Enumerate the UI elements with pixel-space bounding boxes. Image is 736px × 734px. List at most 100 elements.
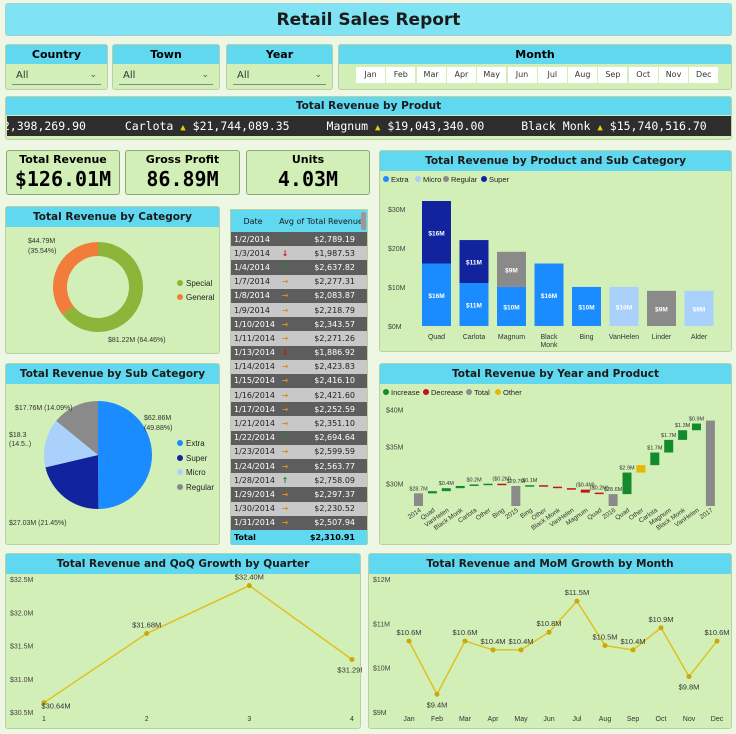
waterfall-bar-total[interactable] [511, 485, 521, 506]
month-button-may[interactable]: May [477, 67, 507, 83]
donut-slice-general[interactable] [52, 242, 98, 315]
table-row[interactable]: 1/17/2014 → $2,252.59 [231, 402, 367, 417]
table-row[interactable]: 1/11/2014 → $2,271.26 [231, 331, 367, 346]
waterfall-bar-other[interactable] [636, 465, 646, 473]
waterfall-bar-increase[interactable] [525, 485, 535, 487]
country-slicer[interactable]: Country All ⌄ [5, 44, 108, 90]
trend-arrow-icon: → [281, 518, 289, 528]
month-button-feb[interactable]: Feb [386, 67, 416, 83]
table-row[interactable]: 1/3/2014 ↓ $1,987.53 [231, 246, 367, 261]
waterfall-bar-increase[interactable] [678, 430, 688, 440]
waterfall-bar-increase[interactable] [455, 485, 465, 489]
x-tick-label: Quad [586, 507, 603, 522]
month-button-nov[interactable]: Nov [659, 67, 688, 83]
table-row[interactable]: 1/13/2014 ↓ $1,886.92 [231, 345, 367, 360]
table-row[interactable]: 1/2/2014 ↑ $2,789.19 [231, 232, 367, 247]
table-row[interactable]: 1/8/2014 → $2,083.87 [231, 288, 367, 303]
legend-swatch [495, 389, 501, 395]
month-button-jun[interactable]: Jun [507, 67, 537, 83]
up-triangle-icon: ▲ [375, 123, 381, 133]
line-data-label: $32.40M [235, 573, 264, 582]
line-point[interactable] [406, 638, 412, 644]
table-row[interactable]: 1/14/2014 → $2,423.83 [231, 359, 367, 374]
ticker-value: $21,744,089.35 [192, 119, 290, 133]
month-button-oct[interactable]: Oct [628, 67, 658, 83]
table-row[interactable]: 1/30/2014 → $2,230.52 [231, 501, 367, 516]
avg-revenue-column-header[interactable]: Avg of Total Revenue [275, 217, 367, 226]
line-series [43, 584, 353, 704]
super-data-label: $27.03M (21.45%) [9, 520, 67, 527]
year-dropdown[interactable]: All ⌄ [233, 66, 326, 85]
row-date: 1/29/2014 [234, 489, 276, 499]
table-row[interactable]: 1/22/2014 ↑ $2,694.64 [231, 430, 367, 445]
y-tick-label: $10M [373, 666, 391, 673]
waterfall-data-label: $0.1M [522, 478, 538, 484]
row-date: 1/17/2014 [234, 404, 276, 414]
legend-label: Super [186, 454, 208, 463]
month-button-jan[interactable]: Jan [356, 67, 385, 83]
table-row[interactable]: 1/21/2014 → $2,351.10 [231, 416, 367, 431]
month-button-apr[interactable]: Apr [446, 67, 476, 83]
waterfall-bar-total[interactable] [608, 494, 618, 506]
waterfall-bar-decrease[interactable] [553, 486, 562, 489]
table-row[interactable]: 1/10/2014 → $2,343.57 [231, 317, 367, 332]
line-point[interactable] [686, 674, 692, 680]
table-row[interactable]: 1/29/2014 → $2,297.37 [231, 487, 367, 502]
line-point[interactable] [658, 625, 664, 631]
table-row[interactable]: 1/24/2014 → $2,563.77 [231, 459, 367, 474]
waterfall-bar-decrease[interactable] [580, 489, 590, 493]
date-column-header[interactable]: Date [231, 217, 275, 226]
waterfall-bar-total[interactable] [414, 493, 423, 506]
legend-label: Regular [451, 175, 478, 184]
line-point[interactable] [246, 583, 252, 589]
month-button-aug[interactable]: Aug [568, 67, 598, 83]
line-point[interactable] [630, 647, 636, 653]
waterfall-bar-decrease[interactable] [594, 492, 604, 495]
line-point[interactable] [490, 647, 496, 653]
town-dropdown[interactable]: All ⌄ [119, 66, 213, 85]
table-row[interactable]: 1/28/2014 ↑ $2,758.09 [231, 473, 367, 488]
waterfall-bar-total[interactable] [705, 420, 715, 506]
waterfall-bar-decrease[interactable] [497, 483, 507, 486]
table-row[interactable]: 1/7/2014 → $2,277.31 [231, 274, 367, 289]
waterfall-bar-increase[interactable] [650, 452, 660, 466]
waterfall-bar-increase[interactable] [622, 472, 632, 495]
country-dropdown[interactable]: All ⌄ [12, 66, 101, 85]
general-data-label: (35.54%) [28, 248, 56, 255]
table-scrollbar[interactable] [361, 212, 366, 230]
month-button-mar[interactable]: Mar [416, 67, 446, 83]
waterfall-bar-increase[interactable] [692, 423, 701, 431]
month-button-jul[interactable]: Jul [537, 67, 567, 83]
month-button-dec[interactable]: Dec [689, 67, 719, 83]
line-point[interactable] [349, 656, 355, 662]
line-point[interactable] [144, 631, 150, 637]
table-row[interactable]: 1/23/2014 → $2,599.59 [231, 444, 367, 459]
line-point[interactable] [518, 647, 524, 653]
waterfall-bar-increase[interactable] [441, 488, 451, 492]
line-point[interactable] [602, 643, 608, 648]
year-slicer[interactable]: Year All ⌄ [226, 44, 333, 90]
town-slicer[interactable]: Town All ⌄ [112, 44, 220, 90]
table-row[interactable]: 1/15/2014 → $2,416.10 [231, 373, 367, 389]
waterfall-bar-increase[interactable] [427, 491, 437, 494]
line-point[interactable] [714, 638, 720, 644]
table-row[interactable]: 1/16/2014 → $2,421.60 [231, 388, 367, 403]
table-row[interactable]: 1/4/2014 ↑ $2,637.82 [231, 260, 367, 275]
line-point[interactable] [546, 629, 552, 635]
waterfall-data-label: $1.3M [675, 423, 691, 429]
line-point[interactable] [434, 691, 440, 697]
waterfall-bar-increase[interactable] [469, 484, 479, 486]
category-donut-chart: $44.79M (35.54%) $81.22M (64.46%) Specia… [28, 238, 215, 344]
waterfall-bar-decrease[interactable] [566, 488, 576, 490]
table-row[interactable]: 1/9/2014 → $2,218.79 [231, 302, 367, 318]
month-button-sep[interactable]: Sep [598, 67, 628, 83]
year-slicer-label: Year [227, 45, 332, 64]
line-point[interactable] [574, 598, 580, 604]
waterfall-bar-increase[interactable] [664, 439, 674, 453]
waterfall-bar-decrease[interactable] [539, 485, 549, 487]
line-point[interactable] [462, 638, 468, 644]
waterfall-bar-increase[interactable] [483, 483, 493, 486]
x-tick-label: Jan [403, 716, 414, 723]
row-value: $2,789.19 [314, 234, 355, 244]
table-row[interactable]: 1/31/2014 → $2,507.94 [231, 515, 367, 530]
